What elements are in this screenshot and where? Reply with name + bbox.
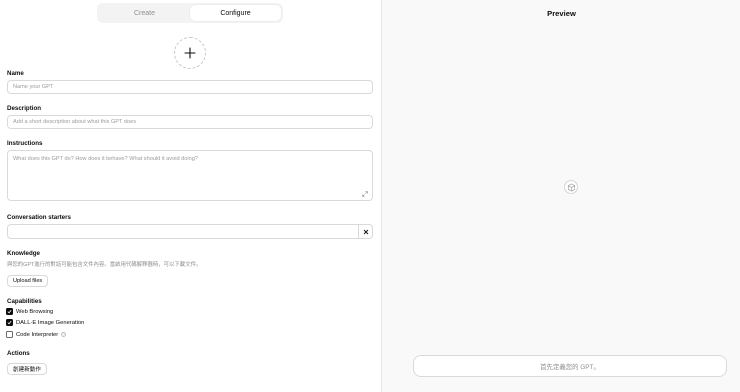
capabilities-label: Capabilities — [7, 298, 42, 305]
instructions-placeholder: What does this GPT do? How does it behav… — [13, 156, 198, 162]
upload-files-button[interactable]: Upload files — [7, 275, 49, 287]
tab-create[interactable]: Create — [99, 5, 190, 21]
capability-dalle[interactable]: DALL·E Image Generation — [6, 319, 84, 326]
cube-icon — [567, 183, 575, 191]
checkbox-web-browsing[interactable] — [6, 308, 13, 315]
capability-label: Code Interpreter — [16, 331, 59, 338]
gpt-placeholder-avatar — [564, 180, 578, 194]
create-action-button[interactable]: 創建新動作 — [7, 363, 47, 375]
description-input[interactable]: Add a short description about what this … — [7, 115, 373, 129]
tab-configure[interactable]: Configure — [190, 5, 281, 21]
preview-title: Preview — [547, 9, 576, 18]
name-input[interactable]: Name your GPT — [7, 80, 373, 94]
capability-label: Web Browsing — [16, 308, 54, 315]
checkbox-dalle[interactable] — [6, 319, 13, 326]
gpt-avatar-upload[interactable] — [174, 37, 206, 69]
check-icon — [7, 320, 12, 325]
conversation-starters-label: Conversation starters — [7, 214, 71, 221]
plus-icon — [184, 47, 196, 59]
remove-starter-button[interactable] — [359, 224, 373, 239]
expand-icon[interactable] — [362, 191, 368, 197]
mode-switch: Create Configure — [97, 3, 283, 23]
capability-code-interpreter[interactable]: Code Interpreter ? — [6, 331, 67, 338]
knowledge-hint: 與您的GPT進行的對話可能包含文件內容。當啟用代碼解釋器時，可以下載文件。 — [7, 262, 202, 268]
instructions-textarea[interactable]: What does this GPT do? How does it behav… — [7, 150, 373, 201]
name-label: Name — [7, 70, 24, 77]
instructions-label: Instructions — [7, 140, 43, 147]
knowledge-label: Knowledge — [7, 250, 41, 257]
actions-label: Actions — [7, 350, 30, 357]
preview-message-input[interactable]: 首先定義您的 GPT。 — [413, 355, 727, 377]
description-label: Description — [7, 105, 42, 112]
conversation-starter-input[interactable] — [7, 224, 359, 239]
configure-panel: Create Configure Name Name your GPT Desc… — [0, 0, 381, 392]
check-icon — [7, 309, 12, 314]
checkbox-code-interpreter[interactable] — [6, 331, 13, 338]
help-icon[interactable]: ? — [61, 332, 67, 337]
close-icon — [363, 229, 368, 234]
preview-panel: Preview 首先定義您的 GPT。 — [381, 0, 740, 392]
capability-web-browsing[interactable]: Web Browsing — [6, 308, 53, 315]
capability-label: DALL·E Image Generation — [16, 319, 85, 326]
